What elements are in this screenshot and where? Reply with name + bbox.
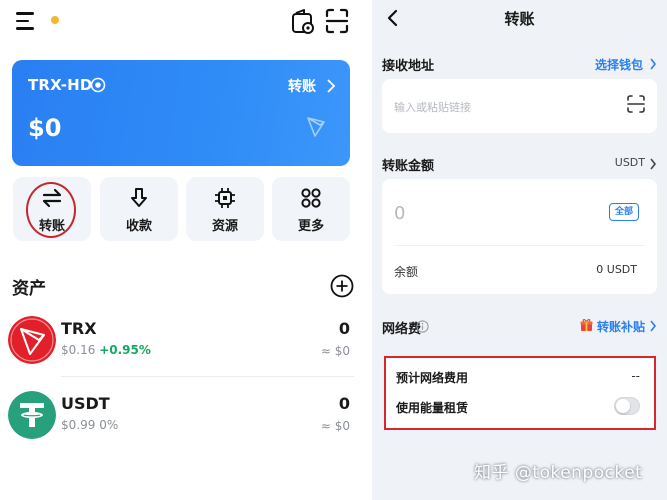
balance-label: 余额 xyxy=(394,265,419,279)
recipient-label: 接收地址 xyxy=(382,59,435,74)
row-divider xyxy=(61,376,354,377)
asset-row-usdt[interactable]: USDT $0.99 0% 0 ≈ $0 xyxy=(0,385,366,447)
assets-title: 资产 xyxy=(12,279,46,299)
usdt-logo-icon xyxy=(8,391,56,439)
wallet-home-screen: TRX-HD 转账 $0 转账 收款 资源 更多 资产 TRX $0.16 +0… xyxy=(0,0,366,500)
transfer-subsidy-link[interactable]: 转账补贴 xyxy=(597,318,645,335)
asset-change: 0% xyxy=(99,418,119,432)
network-status-dot xyxy=(51,16,59,24)
asset-value: ≈ $0 xyxy=(320,419,350,433)
gift-icon xyxy=(580,319,593,331)
receive-label: 收款 xyxy=(125,219,152,234)
menu-icon[interactable] xyxy=(16,12,38,32)
wallet-name: TRX-HD xyxy=(28,76,93,94)
asset-row-trx[interactable]: TRX $0.16 +0.95% 0 ≈ $0 xyxy=(0,310,366,372)
asset-symbol: USDT xyxy=(61,394,110,413)
receive-arrow-icon xyxy=(131,188,147,207)
chevron-right-icon xyxy=(650,158,657,170)
asset-price: $0.99 xyxy=(61,418,96,432)
wallet-manage-icon[interactable] xyxy=(290,7,316,35)
add-asset-icon[interactable] xyxy=(330,274,354,298)
asset-change: +0.95% xyxy=(99,343,151,357)
info-icon[interactable] xyxy=(416,320,429,333)
scan-icon[interactable] xyxy=(324,7,350,35)
card-transfer-link[interactable]: 转账 xyxy=(288,76,316,96)
amount-input[interactable]: 0 xyxy=(394,203,405,224)
amount-label: 转账金额 xyxy=(382,159,435,174)
wallet-balance: $0 xyxy=(28,114,62,142)
amount-card: 0 全部 余额 0 USDT xyxy=(382,179,657,294)
scan-address-icon[interactable] xyxy=(627,95,645,113)
asset-amount: 0 xyxy=(338,319,350,338)
transfer-screen: 转账 接收地址 选择钱包 输入或粘贴链接 转账金额 USDT 0 全部 余额 0… xyxy=(372,0,667,500)
recipient-input[interactable]: 输入或粘贴链接 xyxy=(394,99,471,115)
chevron-right-icon xyxy=(327,79,336,93)
resources-button[interactable]: 资源 xyxy=(186,177,264,241)
receive-button[interactable]: 收款 xyxy=(100,177,178,241)
resources-label: 资源 xyxy=(211,219,238,234)
highlight-circle xyxy=(26,182,76,238)
asset-price-line: $0.99 0% xyxy=(61,418,118,432)
recipient-field[interactable]: 输入或粘贴链接 xyxy=(382,79,657,133)
asset-price: $0.16 xyxy=(61,343,96,357)
fee-options-highlight: 预计网络费用 -- 使用能量租赁 xyxy=(384,356,656,430)
asset-value: ≈ $0 xyxy=(320,344,350,358)
asset-symbol: TRX xyxy=(61,319,97,338)
energy-rental-label: 使用能量租赁 xyxy=(396,401,469,415)
more-grid-icon xyxy=(301,188,321,208)
asset-price-line: $0.16 +0.95% xyxy=(61,343,151,357)
estimated-fee-value: -- xyxy=(631,369,640,383)
balance-value: 0 USDT xyxy=(596,263,637,276)
chevron-right-icon xyxy=(650,320,657,332)
estimated-fee-label: 预计网络费用 xyxy=(396,371,469,385)
tron-logo-icon xyxy=(307,117,325,137)
wallet-card[interactable]: TRX-HD 转账 $0 xyxy=(12,60,350,166)
more-button[interactable]: 更多 xyxy=(272,177,350,241)
watermark: 知乎 @tokenpocket xyxy=(474,463,643,483)
energy-rental-toggle[interactable] xyxy=(614,397,640,415)
trx-logo-icon xyxy=(8,316,56,364)
page-title: 转账 xyxy=(504,10,535,28)
asset-amount: 0 xyxy=(338,394,350,413)
divider xyxy=(394,245,645,246)
chevron-right-icon xyxy=(650,58,657,70)
select-wallet-link[interactable]: 选择钱包 xyxy=(595,56,643,73)
resource-chip-icon xyxy=(215,188,235,208)
all-amount-button[interactable]: 全部 xyxy=(609,203,639,221)
more-label: 更多 xyxy=(297,219,324,234)
token-unit-selector[interactable]: USDT xyxy=(615,156,645,169)
eye-icon[interactable] xyxy=(90,77,106,93)
